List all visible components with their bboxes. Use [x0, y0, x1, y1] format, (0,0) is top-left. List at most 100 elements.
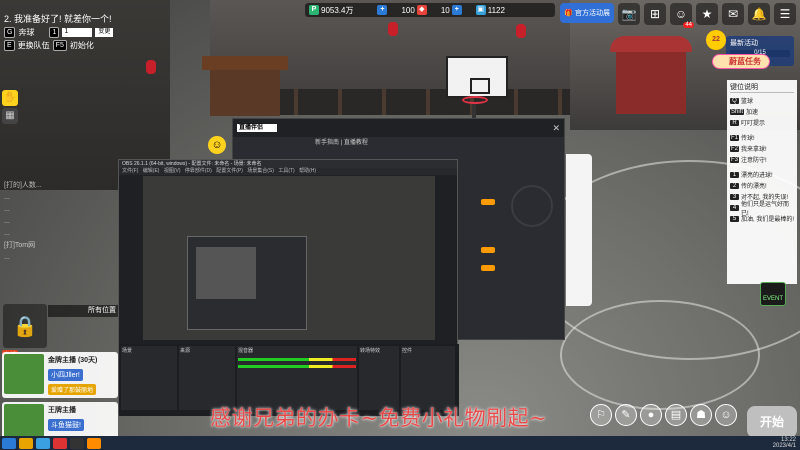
nested-preview	[187, 236, 307, 330]
quest-title: 最新活动	[730, 40, 758, 47]
emote-icon[interactable]: ☺	[715, 404, 737, 426]
chat-line: ...	[4, 254, 10, 261]
toggle-switch[interactable]	[481, 247, 495, 253]
obs-icon[interactable]	[70, 437, 84, 449]
toggle-switch[interactable]	[481, 265, 495, 271]
currency-bar: P 9053.4万 + 100 ◆ 10 + ▣ 1122	[305, 3, 555, 17]
pass-icon[interactable]: ✎	[615, 404, 637, 426]
key-help-row: 2 传的漂亮!	[730, 180, 794, 191]
browser-icon[interactable]	[36, 437, 50, 449]
dock-transitions[interactable]: 转场特效	[359, 346, 399, 410]
official-event-button[interactable]: 🎁 官方活动展	[560, 3, 614, 23]
change-team-label: 更换队伍	[17, 41, 50, 50]
player-name: 金牌主播 (30天)	[48, 357, 98, 364]
smiley-emote-icon: ☺	[208, 136, 226, 154]
gift-box-icon[interactable]: ⊞	[644, 3, 666, 25]
close-icon[interactable]: ✕	[552, 123, 560, 134]
app-logo: 直播伴侣	[237, 124, 277, 132]
event-button[interactable]: EVENT	[760, 282, 786, 306]
stream-app-icon[interactable]	[87, 437, 101, 449]
key-help-title: 键位说明	[730, 82, 794, 93]
chat-log: [打的]人数... ... ... ... ... [打]Tom网 ...	[4, 180, 114, 264]
obs-title: OBS 26.1.1 (64-bit, windows) - 配置文件: 未命名…	[119, 160, 457, 168]
team-icon[interactable]: ☗	[690, 404, 712, 426]
add-ticket-icon[interactable]: +	[451, 5, 462, 15]
bell-icon[interactable]: 🔔	[748, 3, 770, 25]
menu-icon[interactable]: ☰	[774, 3, 796, 25]
user-icon[interactable]: ☺ 44	[670, 3, 694, 28]
app-meta: 新手指南 | 直播教程	[315, 140, 368, 146]
change-button[interactable]: 变更	[95, 28, 114, 37]
chat-line: [打的]人数...	[4, 182, 42, 189]
dial-control[interactable]	[511, 185, 553, 227]
app-icon[interactable]	[53, 437, 67, 449]
audio-meter	[238, 358, 356, 361]
quest-level-badge: 22	[706, 30, 726, 50]
key-help-row: 4 他们只是运气好而已!	[730, 202, 794, 217]
key-help-row: F1 传球!	[730, 134, 755, 142]
chat-line: [打]Tom网	[4, 242, 36, 249]
key-f5: F5	[52, 40, 67, 51]
nested-preview-inner	[196, 247, 256, 299]
star-icon[interactable]: ★	[696, 3, 718, 25]
chat-line: ...	[4, 230, 10, 237]
key-help-row: 1 漂亮的进球!	[730, 169, 794, 180]
taskbar-clock: 13:22 2023/4/1	[772, 437, 796, 449]
key-help-panel: 键位说明 Q 篮球 Shift 加速 R 叮叮提示 F1 传球! F2 我来拿球! F3 注…	[727, 80, 797, 284]
player-name: 王牌主播	[48, 407, 76, 414]
dock-controls[interactable]: 控件	[401, 346, 455, 410]
mail-icon[interactable]: ✉	[722, 3, 744, 25]
lobby-title: 2. 我准备好了! 就差你一个!	[4, 14, 112, 24]
cards-icon[interactable]: ▤	[665, 404, 687, 426]
folder-icon[interactable]	[19, 437, 33, 449]
coins-value: 1122	[487, 5, 505, 15]
audio-meter	[238, 365, 356, 368]
shrine	[202, 56, 288, 116]
calculator-icon[interactable]: ▦	[2, 108, 18, 124]
basketball-backboard	[446, 56, 508, 98]
toggle-switch[interactable]	[481, 199, 495, 205]
add-icon[interactable]: +	[377, 5, 388, 15]
chat-line: ...	[4, 206, 10, 213]
camera-icon[interactable]: 📷	[618, 3, 640, 25]
court-circle	[560, 300, 760, 410]
gift-icon: 🎁	[564, 10, 573, 17]
lobby-panel: 2. 我准备好了! 就差你一个! G 奔球 1 1 变更 E 更换队伍 F5 初…	[4, 12, 124, 53]
coin-icon: ▣	[475, 5, 486, 15]
key-help-row: F2 我来拿球!	[730, 145, 767, 153]
obs-menu[interactable]: 文件(F) 编辑(E) 视图(V) 停靠部件(D) 配置文件(P) 场景集合(S…	[119, 168, 457, 175]
action-icons: ⚐ ✎ ● ▤ ☗ ☺	[590, 404, 737, 426]
hand-icon[interactable]: ✋	[2, 90, 18, 106]
gem-icon: ◆	[416, 5, 427, 15]
dock-scenes[interactable]: 场景	[121, 346, 177, 410]
obs-window[interactable]: OBS 26.1.1 (64-bit, windows) - 配置文件: 未命名…	[118, 159, 459, 416]
windows-start-icon[interactable]	[2, 437, 16, 449]
key-help-row: 5 加油, 我们是最棒的!	[730, 213, 794, 224]
dock-mixer[interactable]: 混音器	[237, 346, 357, 410]
food-booth	[610, 36, 692, 114]
lantern	[146, 60, 156, 74]
player-card[interactable]: 金牌主播 (30天) 小四Jller! 爱赠了那鼓丽地	[2, 352, 118, 398]
dock-sources[interactable]: 来源	[179, 346, 235, 410]
avatar	[4, 354, 44, 394]
chat-line: ...	[4, 194, 10, 201]
left-toolbar: ✋ ▦	[0, 88, 20, 126]
team-number-input[interactable]: 1	[62, 28, 93, 37]
side-panel	[566, 154, 592, 306]
key-help-row: F3 注意防守!	[730, 156, 767, 164]
quest-tag[interactable]: 蔚蓝任务	[712, 54, 770, 69]
key-help-row: Q 篮球	[730, 95, 794, 106]
chat-line: ...	[4, 218, 10, 225]
start-button[interactable]: 开始	[747, 406, 797, 438]
basketball-hoop	[462, 96, 488, 104]
ball-icon[interactable]: ●	[640, 404, 662, 426]
key-e: E	[4, 40, 15, 51]
lock-icon[interactable]: 🔒	[3, 304, 47, 348]
bag-icon[interactable]: ⚐	[590, 404, 612, 426]
lantern	[388, 22, 398, 36]
obs-preview	[143, 176, 435, 340]
taskbar: 13:22 2023/4/1	[0, 436, 800, 450]
reset-label: 初始化	[69, 41, 94, 50]
lobby-label-ball: 奔球	[18, 28, 35, 37]
stream-subtitle: 感谢兄弟的办卡~免费小礼物刷起~	[210, 406, 548, 430]
